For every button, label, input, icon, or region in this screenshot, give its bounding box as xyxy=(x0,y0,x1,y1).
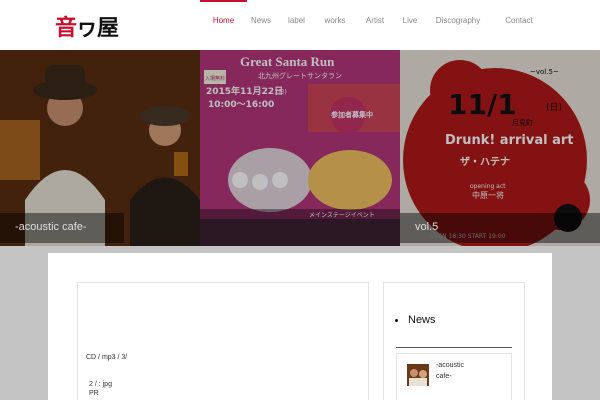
widget-divider xyxy=(396,347,512,348)
nav-live[interactable]: Live xyxy=(397,0,423,50)
article-line-3: PR xyxy=(89,390,99,397)
main-card: CD / mp3 / 3/ 2 / : jpg PR News -acousti… xyxy=(48,253,552,400)
nav-label[interactable]: label xyxy=(280,0,313,50)
article-box: CD / mp3 / 3/ 2 / : jpg PR xyxy=(77,282,369,400)
bullet-icon xyxy=(395,318,398,322)
content-area: CD / mp3 / 3/ 2 / : jpg PR News -acousti… xyxy=(0,246,600,400)
logo-char-3: 屋 xyxy=(97,15,119,41)
nav-discography[interactable]: Discography xyxy=(432,0,484,50)
site-header: 音ヮ屋 Home News label works Artist Live Di… xyxy=(0,0,600,50)
news-title-text: News xyxy=(408,314,436,326)
slide-caption-3: vol.5 xyxy=(400,213,600,243)
nav-home[interactable]: Home xyxy=(200,0,247,50)
news-item-title[interactable]: -acoustic xyxy=(436,362,464,369)
main-nav: Home News label works Artist Live Discog… xyxy=(200,0,537,50)
logo-char-2: ヮ xyxy=(76,15,98,41)
nav-works[interactable]: works xyxy=(318,0,352,50)
news-widget: News -acoustic cafe- xyxy=(383,282,525,400)
news-item-title-cont[interactable]: cafe- xyxy=(436,373,452,380)
slide-caption-1: -acoustic cafe- xyxy=(0,213,124,243)
article-line-1: CD / mp3 / 3/ xyxy=(86,354,128,361)
hero-slider[interactable]: Great Santa Run 北九州グレートサンタラン 入場無料 2015年1… xyxy=(0,50,600,246)
article-line-2: 2 / : jpg xyxy=(89,381,112,388)
news-item-thumbnail[interactable] xyxy=(407,364,429,386)
site-logo[interactable]: 音ヮ屋 xyxy=(55,10,119,42)
news-widget-title: News xyxy=(395,314,436,326)
nav-news[interactable]: News xyxy=(247,0,275,50)
nav-artist[interactable]: Artist xyxy=(362,0,388,50)
nav-contact[interactable]: Contact xyxy=(501,0,537,50)
news-item[interactable]: -acoustic cafe- xyxy=(396,353,512,400)
logo-char-1: 音 xyxy=(55,15,77,41)
